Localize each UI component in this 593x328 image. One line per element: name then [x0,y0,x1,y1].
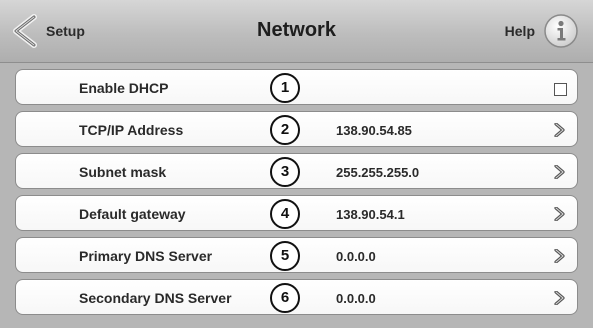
setting-row-subnet-mask[interactable]: Subnet mask 3 255.255.255.0 [15,153,578,189]
setting-label: Subnet mask [79,164,167,180]
setting-label: Default gateway [79,206,186,222]
setting-label: Secondary DNS Server [79,290,232,306]
setting-row-secondary-dns-server[interactable]: Secondary DNS Server 6 0.0.0.0 [15,279,578,315]
setting-row-tcpip-address[interactable]: TCP/IP Address 2 138.90.54.85 [15,111,578,147]
header-bar: Setup Network Help [0,0,593,63]
chevron-right-icon [554,249,565,263]
setting-value: 255.255.255.0 [336,165,420,180]
setting-label: Primary DNS Server [79,248,213,264]
setting-row-enable-dhcp[interactable]: Enable DHCP 1 [15,69,578,105]
setting-value: 0.0.0.0 [336,249,376,264]
chevron-right-icon [554,123,565,137]
help-label: Help [504,23,535,39]
help-button[interactable]: Help [505,12,579,50]
setting-row-primary-dns-server[interactable]: Primary DNS Server 5 0.0.0.0 [15,237,578,273]
setting-label: TCP/IP Address [79,122,184,138]
info-icon [544,14,578,48]
setting-row-default-gateway[interactable]: Default gateway 4 138.90.54.1 [15,195,578,231]
step-number-badge: 1 [270,73,300,103]
setting-value: 0.0.0.0 [336,291,376,306]
chevron-right-icon [554,291,565,305]
chevron-right-icon [554,207,565,221]
network-settings-screen: Setup Network Help Enable DHCP 1 TCP/IP Ad… [0,0,593,328]
step-number-badge: 5 [270,241,300,271]
settings-list: Enable DHCP 1 TCP/IP Address 2 138.90.54.85 S… [15,69,578,321]
step-number-badge: 4 [270,199,300,229]
step-number-badge: 6 [270,283,300,313]
setting-value: 138.90.54.85 [336,123,412,138]
dhcp-checkbox[interactable] [554,83,567,96]
setting-value: 138.90.54.1 [336,207,405,222]
setting-label: Enable DHCP [79,80,169,96]
chevron-right-icon [554,165,565,179]
step-number-badge: 3 [270,157,300,187]
step-number-badge: 2 [270,115,300,145]
